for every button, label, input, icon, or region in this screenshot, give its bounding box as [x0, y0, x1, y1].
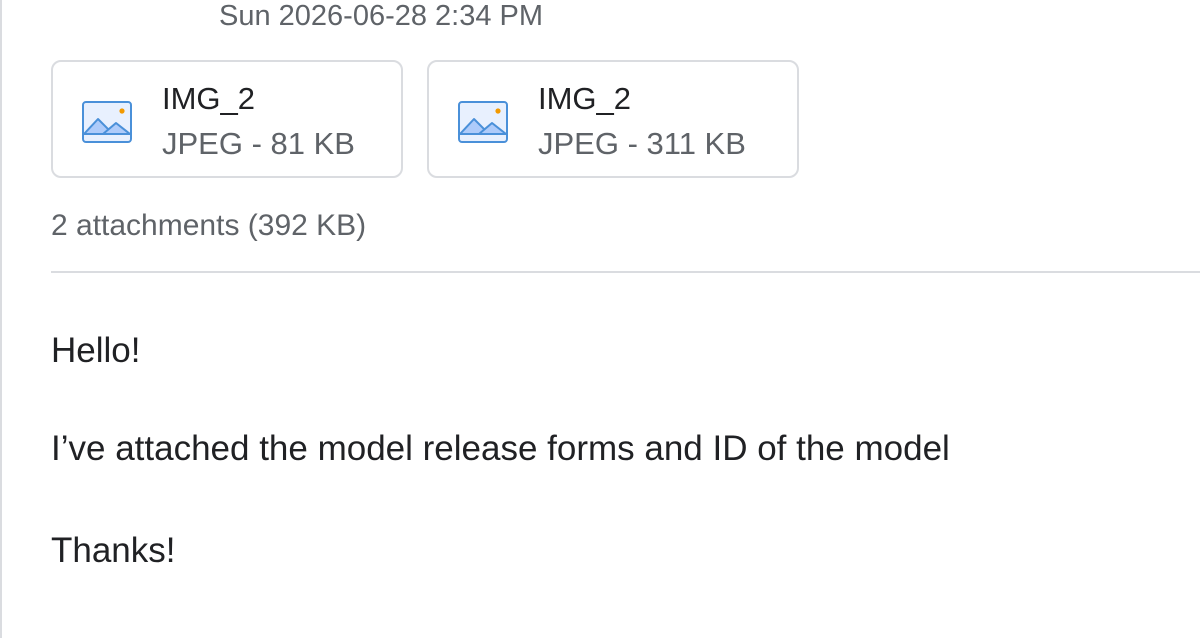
attachment-name: IMG_2 [162, 81, 256, 116]
image-file-icon [81, 100, 133, 144]
attachment-card[interactable]: IMG_2 JPEG - 311 KB [427, 60, 799, 178]
image-file-icon [457, 100, 509, 144]
attachment-meta: JPEG - 81 KB [162, 126, 355, 161]
attachment-name: IMG_2 [538, 81, 632, 116]
attachments-summary: 2 attachments (392 KB) [51, 209, 367, 242]
attachment-meta: JPEG - 311 KB [538, 126, 746, 161]
email-body-message: I’ve attached the model release forms an… [51, 429, 950, 468]
attachment-card[interactable]: IMG_2 JPEG - 81 KB [51, 60, 403, 178]
pane-left-border [0, 0, 2, 638]
email-body-greeting: Hello! [51, 331, 141, 370]
email-timestamp: Sun 2026-06-28 2:34 PM [219, 0, 544, 32]
email-body-closing: Thanks! [51, 531, 176, 570]
divider [51, 271, 1200, 273]
